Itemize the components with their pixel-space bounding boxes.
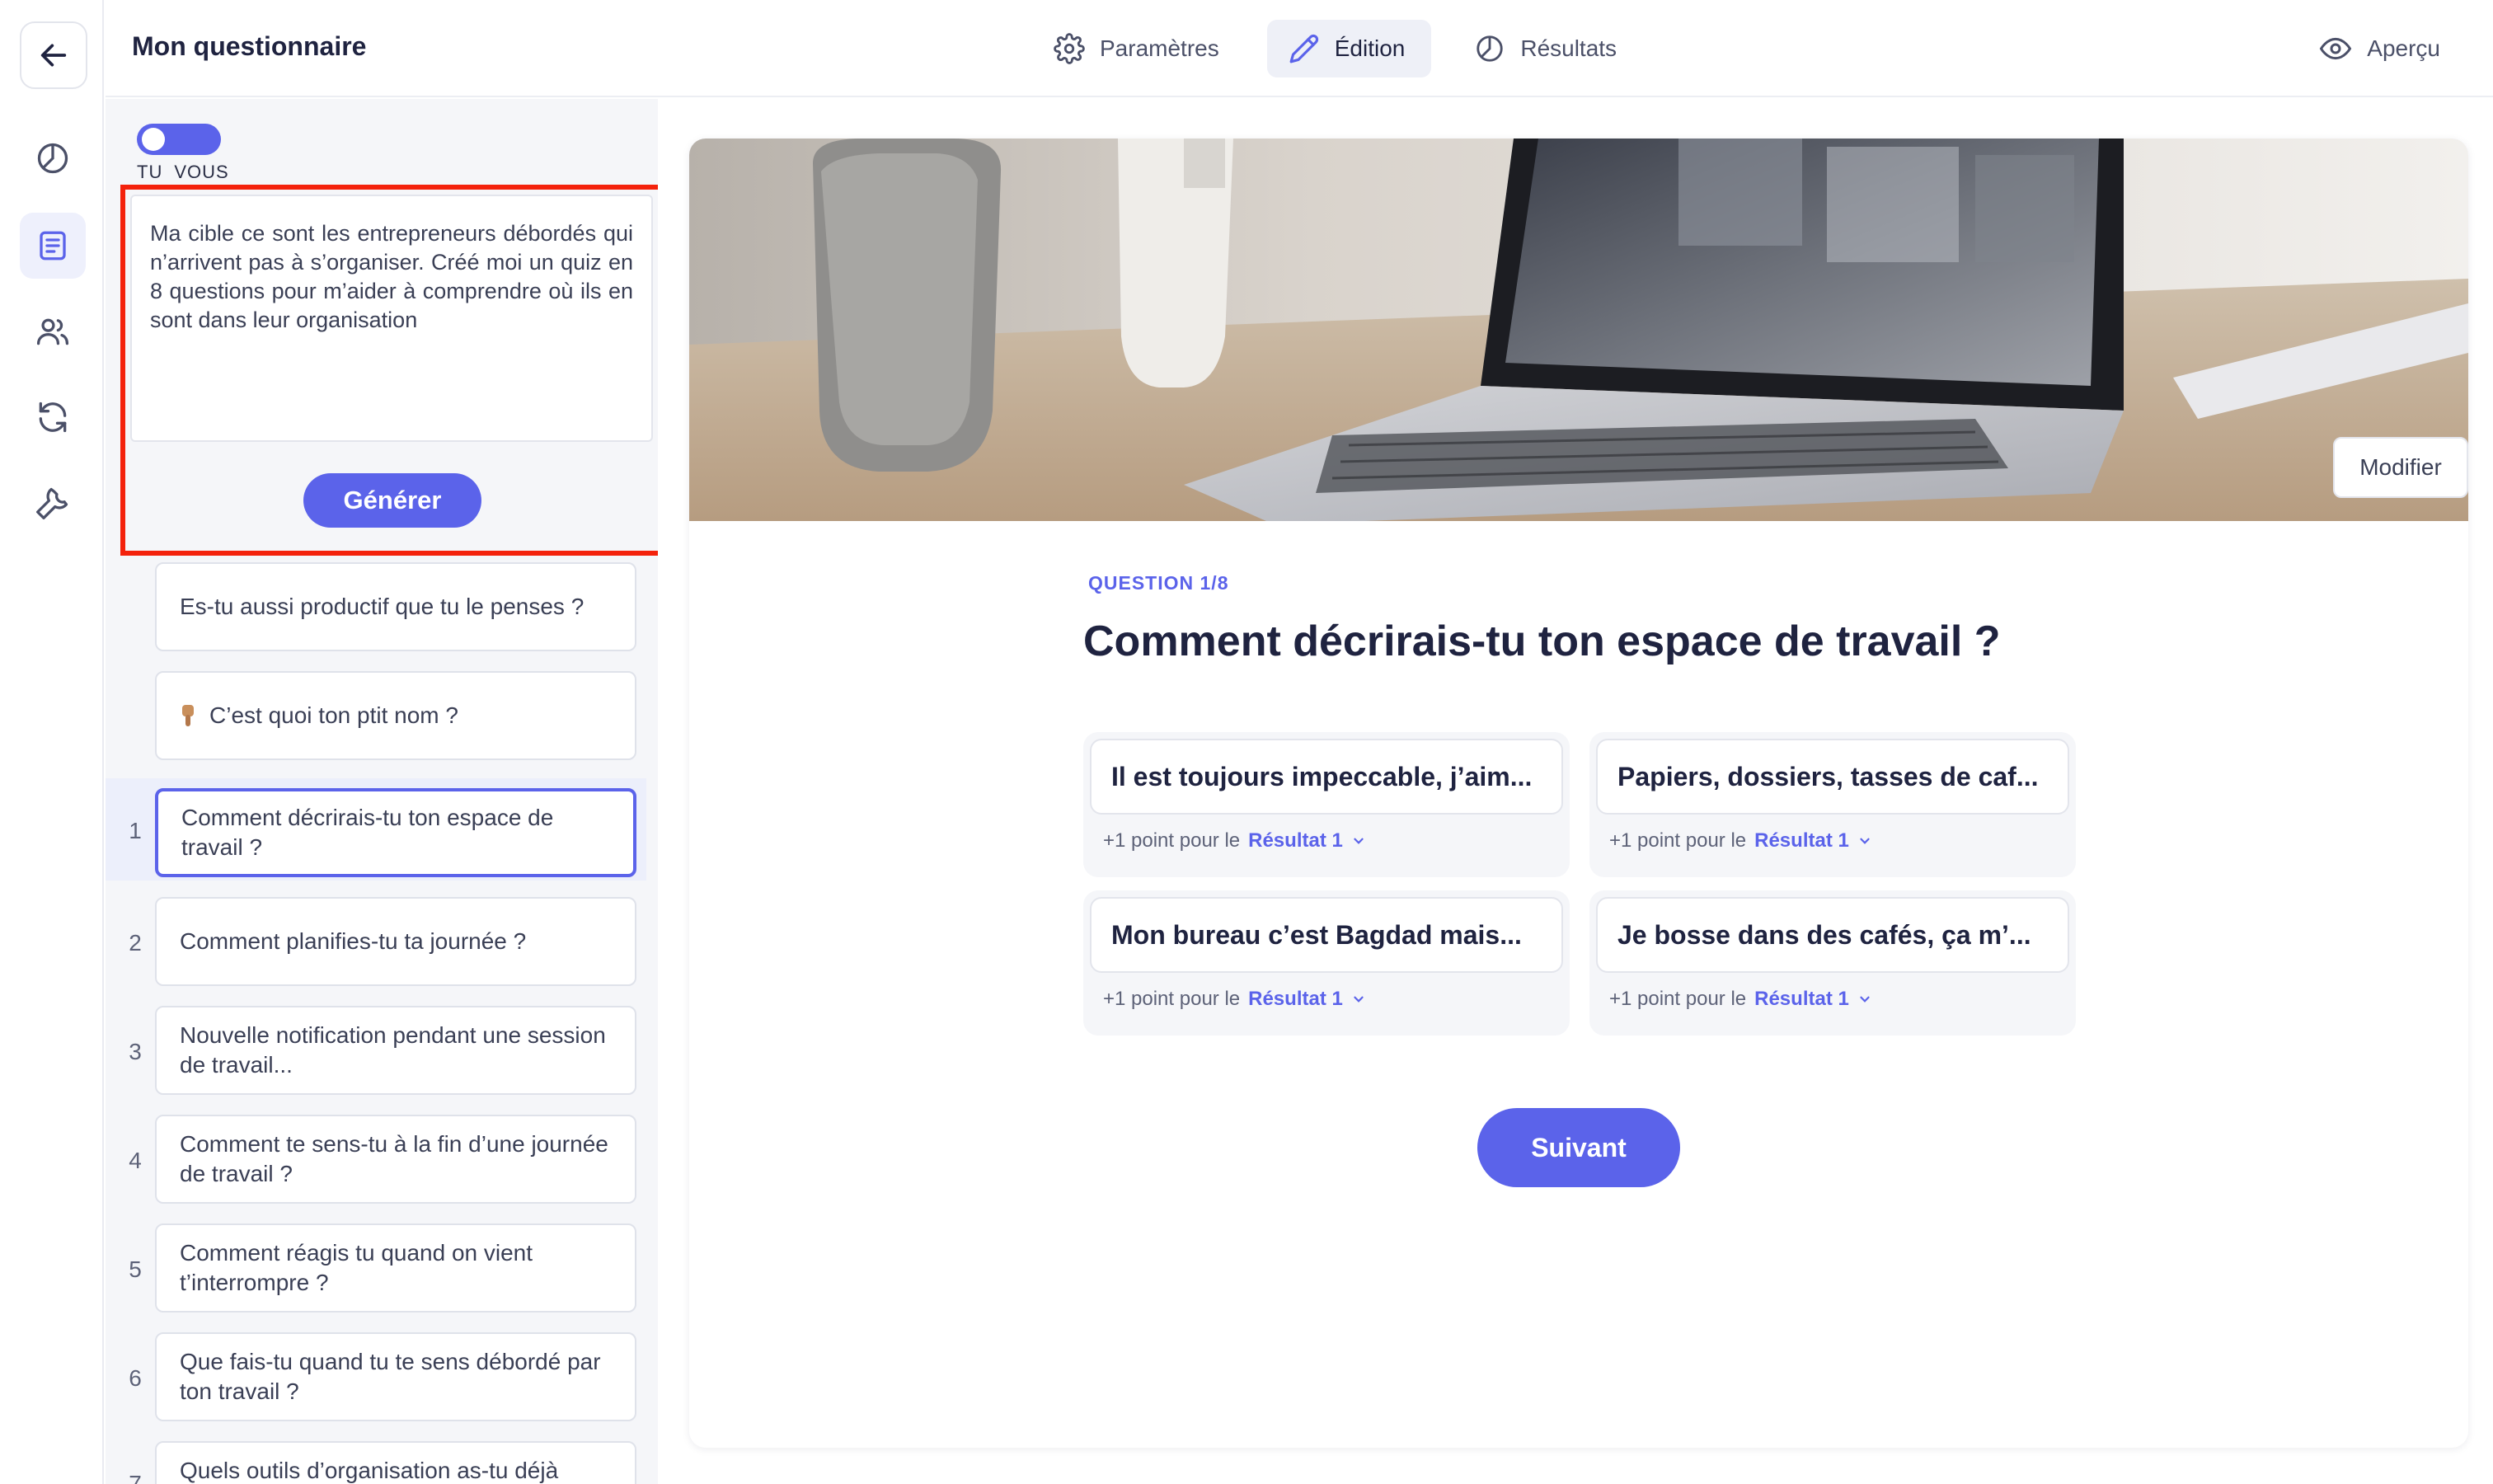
tab-label: Paramètres — [1100, 35, 1219, 61]
toggle-label-tu: TU — [137, 162, 163, 182]
result-select[interactable]: Résultat 1 — [1754, 829, 1849, 852]
back-button[interactable] — [20, 21, 87, 89]
intro-card-title[interactable]: Es-tu aussi productif que tu le penses ? — [155, 562, 636, 651]
chevron-down-icon[interactable] — [1351, 834, 1366, 848]
question-number: 6 — [129, 1365, 142, 1391]
rail-item-stats[interactable] — [20, 125, 86, 191]
result-select[interactable]: Résultat 1 — [1754, 988, 1849, 1011]
pencil-icon — [1289, 34, 1318, 63]
rail-item-integrations[interactable] — [20, 384, 86, 450]
question-item-5[interactable]: Comment réagis tu quand on vient t’inter… — [155, 1223, 636, 1313]
back-arrow-icon — [40, 44, 67, 67]
rail-item-editor[interactable] — [20, 213, 86, 279]
tab-edition[interactable]: Édition — [1266, 20, 1432, 77]
question-item-6[interactable]: Que fais-tu quand tu te sens débordé par… — [155, 1332, 636, 1421]
question-item-3[interactable]: Nouvelle notification pendant une sessio… — [155, 1006, 636, 1095]
users-icon — [36, 318, 69, 345]
answer-option-1: Il est toujours impeccable, j’aim... +1 … — [1083, 732, 1570, 877]
pointing-hand-icon — [180, 703, 198, 728]
wrench-icon — [36, 487, 68, 519]
icon-rail — [0, 0, 104, 1484]
answer-option-4: Je bosse dans des cafés, ça m’... +1 poi… — [1589, 890, 2076, 1036]
question-number: 4 — [129, 1148, 142, 1173]
tu-vous-toggle[interactable] — [137, 124, 221, 155]
question-item-1[interactable]: Comment décrirais-tu ton espace de trava… — [155, 788, 636, 877]
question-item-2[interactable]: Comment planifies-tu ta journée ? — [155, 897, 636, 986]
question-item-label: Comment réagis tu quand on vient t’inter… — [180, 1240, 533, 1295]
points-prefix: +1 point pour le — [1103, 829, 1241, 852]
cover-image: Modifier — [689, 139, 2468, 521]
tab-bar: Paramètres Édition Résultats — [1032, 20, 1643, 77]
preview-label: Aperçu — [2367, 35, 2440, 61]
refresh-icon — [39, 402, 67, 433]
question-item-label: Comment planifies-tu ta journée ? — [180, 928, 527, 954]
answer-points: +1 point pour le Résultat 1 — [1609, 829, 1872, 852]
document-icon — [40, 231, 66, 261]
question-item-label: Nouvelle notification pendant une sessio… — [180, 1022, 606, 1078]
question-counter: QUESTION 1/8 — [1088, 572, 1229, 594]
questions-panel: TU VOUS Ma cible ce sont les entrepreneu… — [106, 99, 658, 1484]
eye-icon — [2320, 37, 2352, 60]
gear-icon — [1054, 33, 1085, 64]
tab-resultats[interactable]: Résultats — [1453, 20, 1643, 77]
question-item-4[interactable]: Comment te sens-tu à la fin d’une journé… — [155, 1115, 636, 1204]
answer-points: +1 point pour le Résultat 1 — [1609, 988, 1872, 1011]
rail-item-contacts[interactable] — [20, 298, 86, 364]
question-number: 2 — [129, 930, 142, 956]
modify-image-button[interactable]: Modifier — [2333, 437, 2468, 498]
answer-points: +1 point pour le Résultat 1 — [1103, 988, 1366, 1011]
chevron-down-icon[interactable] — [1351, 992, 1366, 1007]
preview-button[interactable]: Aperçu — [2319, 20, 2440, 77]
answer-text[interactable]: Mon bureau c’est Bagdad mais... — [1090, 897, 1563, 973]
intro-card-label: C’est quoi ton ptit nom ? — [209, 702, 458, 728]
tab-parametres[interactable]: Paramètres — [1032, 20, 1246, 77]
answer-option-3: Mon bureau c’est Bagdad mais... +1 point… — [1083, 890, 1570, 1036]
toggle-labels: TU VOUS — [137, 162, 229, 183]
question-preview-card: Modifier QUESTION 1/8 Comment décrirais-… — [689, 139, 2468, 1448]
answer-text[interactable]: Papiers, dossiers, tasses de caf... — [1596, 739, 2069, 815]
answer-text[interactable]: Je bosse dans des cafés, ça m’... — [1596, 897, 2069, 973]
page-title: Mon questionnaire — [132, 31, 367, 61]
question-number: 3 — [129, 1039, 142, 1064]
question-number: 1 — [129, 818, 142, 843]
intro-card-label: Es-tu aussi productif que tu le penses ? — [180, 594, 585, 619]
question-title: Comment décrirais-tu ton espace de trava… — [1083, 618, 2001, 665]
tab-label: Résultats — [1520, 35, 1617, 61]
rail-item-settings[interactable] — [20, 470, 86, 536]
chart-icon — [37, 143, 68, 174]
points-prefix: +1 point pour le — [1103, 988, 1241, 1010]
points-prefix: +1 point pour le — [1609, 988, 1747, 1010]
question-item-label: Que fais-tu quand tu te sens débordé par… — [180, 1349, 601, 1404]
question-number: 7 — [129, 1471, 142, 1484]
question-item-label: Comment te sens-tu à la fin d’une journé… — [180, 1131, 608, 1186]
result-select[interactable]: Résultat 1 — [1248, 829, 1343, 852]
intro-card-name[interactable]: C’est quoi ton ptit nom ? — [155, 671, 636, 760]
question-item-label: Comment décrirais-tu ton espace de trava… — [181, 805, 554, 860]
chevron-down-icon[interactable] — [1857, 992, 1872, 1007]
tab-label: Édition — [1334, 35, 1406, 61]
prompt-textarea[interactable]: Ma cible ce sont les entrepreneurs débor… — [130, 195, 653, 442]
toggle-label-vous: VOUS — [174, 162, 229, 182]
question-item-label: Quels outils d’organisation as-tu déjà — [180, 1458, 559, 1483]
chart-icon — [1477, 35, 1504, 62]
toggle-knob — [142, 128, 165, 151]
points-prefix: +1 point pour le — [1609, 829, 1747, 852]
answer-points: +1 point pour le Résultat 1 — [1103, 829, 1366, 852]
generate-button[interactable]: Générer — [303, 473, 481, 528]
answer-text[interactable]: Il est toujours impeccable, j’aim... — [1090, 739, 1563, 815]
result-select[interactable]: Résultat 1 — [1248, 988, 1343, 1011]
answer-option-2: Papiers, dossiers, tasses de caf... +1 p… — [1589, 732, 2076, 877]
question-number: 5 — [129, 1256, 142, 1282]
chevron-down-icon[interactable] — [1857, 834, 1872, 848]
ai-generator-box: Ma cible ce sont les entrepreneurs débor… — [120, 185, 658, 556]
question-item-7[interactable]: Quels outils d’organisation as-tu déjà — [155, 1441, 636, 1484]
top-bar: Mon questionnaire Paramètres Édition Rés… — [106, 0, 2493, 97]
next-button[interactable]: Suivant — [1477, 1108, 1680, 1187]
